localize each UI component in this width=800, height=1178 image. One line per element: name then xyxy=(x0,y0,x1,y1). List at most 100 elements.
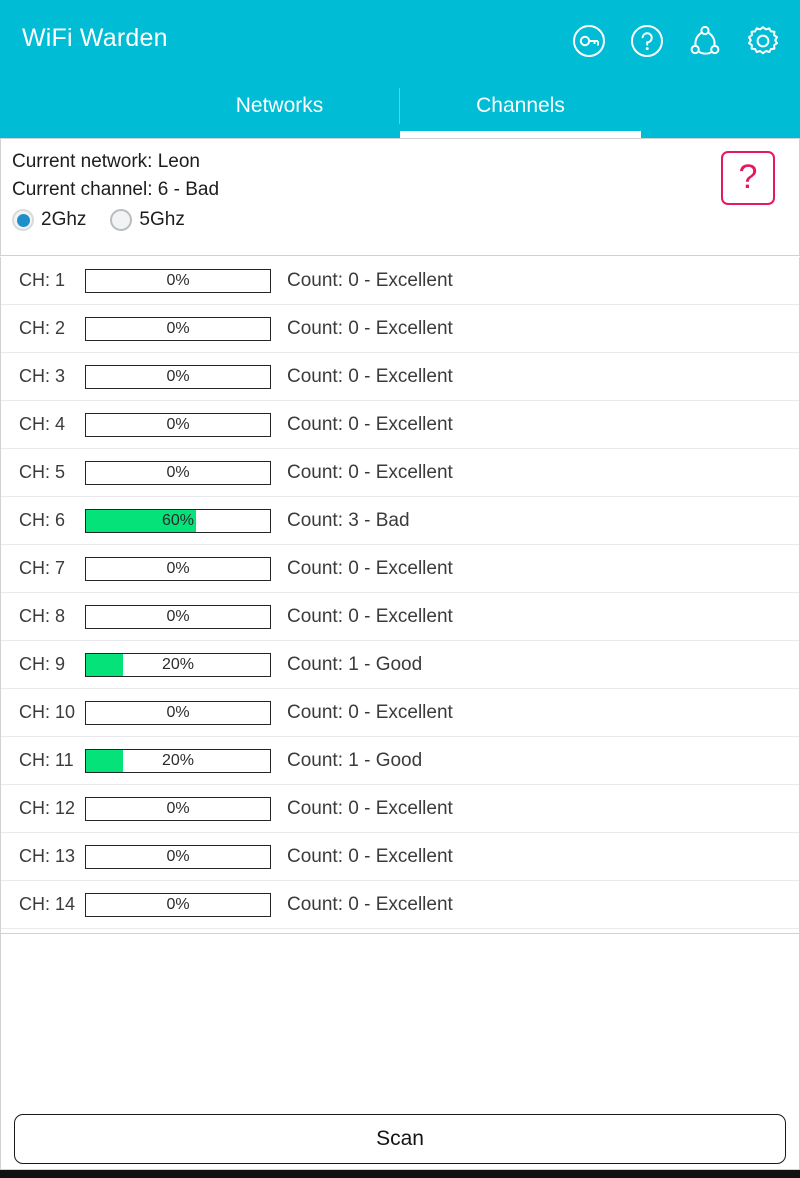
band-option-2ghz[interactable]: 2Ghz xyxy=(12,209,86,231)
band-label-2ghz: 2Ghz xyxy=(41,209,87,230)
channel-usage-percent: 0% xyxy=(166,847,190,865)
band-option-5ghz[interactable]: 5Ghz xyxy=(110,209,185,231)
channel-usage-bar: 0% xyxy=(85,844,271,869)
channel-count-label: Count: 0 - Excellent xyxy=(287,317,453,339)
key-circle-icon[interactable] xyxy=(568,20,610,62)
tab-active-indicator xyxy=(400,131,641,138)
channel-label: CH: 14 xyxy=(19,894,76,914)
radio-5ghz[interactable] xyxy=(110,209,133,231)
channel-usage-percent: 0% xyxy=(166,895,190,913)
channel-usage-bar: 0% xyxy=(85,604,271,629)
channel-label: CH: 9 xyxy=(19,654,66,674)
channel-count-label: Count: 0 - Excellent xyxy=(287,413,453,435)
channel-usage-bar: 0% xyxy=(85,268,271,293)
channel-usage-percent: 0% xyxy=(166,367,190,385)
current-channel-text: Current channel: 6 - Bad xyxy=(12,179,220,200)
tab-channels[interactable]: Channels xyxy=(400,82,641,138)
channel-usage-percent: 0% xyxy=(166,463,190,481)
channel-label: CH: 8 xyxy=(19,606,66,626)
tab-bar: Networks Channels xyxy=(0,82,800,138)
channel-row[interactable]: CH: 13 0% Count: 0 - Excellent xyxy=(1,833,799,881)
tab-channels-label: Channels xyxy=(476,94,565,117)
question-circle-icon[interactable] xyxy=(626,20,668,62)
app-title: WiFi Warden xyxy=(22,24,168,52)
channel-usage-percent: 0% xyxy=(166,271,190,289)
help-button[interactable]: ? xyxy=(721,151,775,205)
channel-label: CH: 12 xyxy=(19,798,76,818)
channel-row[interactable]: CH: 1 0% Count: 0 - Excellent xyxy=(1,257,799,305)
tab-networks[interactable]: Networks xyxy=(159,82,400,138)
channel-usage-percent: 0% xyxy=(166,415,190,433)
channel-row[interactable]: CH: 5 0% Count: 0 - Excellent xyxy=(1,449,799,497)
channel-usage-percent: 20% xyxy=(161,751,195,769)
network-nodes-icon[interactable] xyxy=(684,20,726,62)
channel-row[interactable]: CH: 3 0% Count: 0 - Excellent xyxy=(1,353,799,401)
gear-icon[interactable] xyxy=(742,20,784,62)
radio-2ghz[interactable] xyxy=(12,209,34,231)
channel-usage-bar: 20% xyxy=(85,748,271,773)
channel-usage-bar: 0% xyxy=(85,316,271,341)
channel-usage-bar: 20% xyxy=(85,652,271,677)
channel-row[interactable]: CH: 14 0% Count: 0 - Excellent xyxy=(1,881,799,929)
channel-usage-bar: 0% xyxy=(85,556,271,581)
channel-list: CH: 1 0% Count: 0 - Excellent CH: 2 0% Count:… xyxy=(0,257,800,933)
channel-row[interactable]: CH: 6 60% Count: 3 - Bad xyxy=(1,497,799,545)
channel-usage-percent: 0% xyxy=(166,703,190,721)
empty-area xyxy=(0,933,800,1108)
scan-button[interactable]: Scan xyxy=(14,1113,786,1164)
channel-usage-percent: 0% xyxy=(166,799,190,817)
scan-bar: Scan xyxy=(0,1108,800,1170)
channel-count-label: Count: 0 - Excellent xyxy=(287,269,453,291)
app-bar-actions xyxy=(568,20,784,62)
channel-label: CH: 1 xyxy=(19,270,66,290)
channel-count-label: Count: 0 - Excellent xyxy=(287,797,453,819)
channel-usage-percent: 0% xyxy=(166,559,190,577)
channel-usage-bar: 0% xyxy=(85,412,271,437)
channel-count-label: Count: 0 - Excellent xyxy=(287,557,453,579)
channel-label: CH: 7 xyxy=(19,558,66,578)
channel-label: CH: 6 xyxy=(19,510,66,530)
channel-count-label: Count: 0 - Excellent xyxy=(287,845,453,867)
channel-label: CH: 4 xyxy=(19,414,66,434)
channel-usage-percent: 60% xyxy=(161,511,195,529)
current-network-card: Current network: Leon Current channel: 6… xyxy=(0,138,800,256)
channel-count-label: Count: 3 - Bad xyxy=(287,509,410,531)
channel-label: CH: 10 xyxy=(19,702,76,722)
channel-usage-percent: 0% xyxy=(166,319,190,337)
app-root: WiFi Warden Networks Channels Current ne… xyxy=(0,0,800,1178)
channel-count-label: Count: 0 - Excellent xyxy=(287,365,453,387)
band-selector: 2Ghz 5Ghz xyxy=(12,209,185,231)
channel-count-label: Count: 1 - Good xyxy=(287,749,423,771)
channel-row[interactable]: CH: 10 0% Count: 0 - Excellent xyxy=(1,689,799,737)
channel-count-label: Count: 0 - Excellent xyxy=(287,893,453,915)
channel-row[interactable]: CH: 8 0% Count: 0 - Excellent xyxy=(1,593,799,641)
channel-usage-bar: 0% xyxy=(85,460,271,485)
tab-spacer xyxy=(0,82,159,138)
channel-row[interactable]: CH: 4 0% Count: 0 - Excellent xyxy=(1,401,799,449)
channel-usage-bar: 0% xyxy=(85,364,271,389)
channel-count-label: Count: 0 - Excellent xyxy=(287,701,453,723)
channel-label: CH: 13 xyxy=(19,846,76,866)
channel-usage-bar: 0% xyxy=(85,892,271,917)
channel-row[interactable]: CH: 2 0% Count: 0 - Excellent xyxy=(1,305,799,353)
channel-count-label: Count: 0 - Excellent xyxy=(287,461,453,483)
channel-count-label: Count: 1 - Good xyxy=(287,653,423,675)
band-label-5ghz: 5Ghz xyxy=(139,209,185,230)
app-bar: WiFi Warden xyxy=(0,0,800,82)
channel-label: CH: 11 xyxy=(19,750,74,770)
channel-label: CH: 2 xyxy=(19,318,66,338)
channel-row[interactable]: CH: 9 20% Count: 1 - Good xyxy=(1,641,799,689)
channel-usage-percent: 20% xyxy=(161,655,195,673)
question-mark-icon: ? xyxy=(738,157,758,196)
channel-count-label: Count: 0 - Excellent xyxy=(287,605,453,627)
channel-label: CH: 5 xyxy=(19,462,66,482)
channel-row[interactable]: CH: 11 20% Count: 1 - Good xyxy=(1,737,799,785)
channel-usage-bar: 0% xyxy=(85,796,271,821)
system-navigation-bar xyxy=(0,1170,800,1178)
channel-usage-bar: 0% xyxy=(85,700,271,725)
channel-usage-percent: 0% xyxy=(166,607,190,625)
channel-row[interactable]: CH: 7 0% Count: 0 - Excellent xyxy=(1,545,799,593)
channel-row[interactable]: CH: 12 0% Count: 0 - Excellent xyxy=(1,785,799,833)
channel-usage-bar: 60% xyxy=(85,508,271,533)
tab-networks-label: Networks xyxy=(235,94,324,117)
